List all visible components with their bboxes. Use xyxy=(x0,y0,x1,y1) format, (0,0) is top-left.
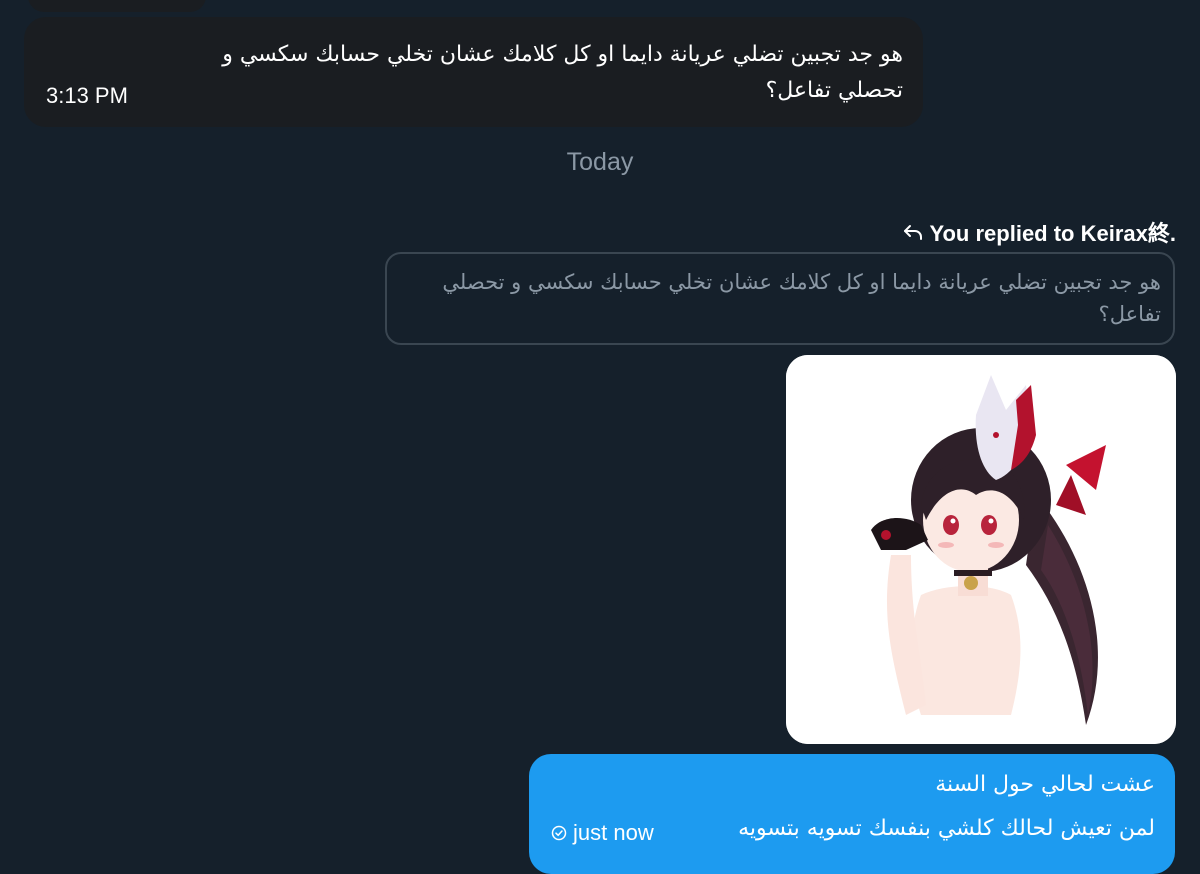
image-attachment[interactable] xyxy=(786,355,1176,744)
outgoing-message-bubble[interactable]: عشت لحالي حول السنة لمن تعيش لحالك كلشي … xyxy=(529,754,1175,874)
reply-context-text: You replied to Keirax終. xyxy=(929,221,1176,246)
reply-arrow-icon xyxy=(904,225,923,240)
incoming-message-time: 3:13 PM xyxy=(46,83,128,108)
reply-context-label: You replied to Keirax終. xyxy=(903,216,1176,248)
outgoing-message-line-1: عشت لحالي حول السنة xyxy=(935,772,1155,797)
quoted-message-text: هو جد تجبين تضلي عريانة دايما او كل كلام… xyxy=(442,270,1161,326)
previous-message-bubble-edge xyxy=(28,0,206,12)
date-separator: Today xyxy=(566,148,634,176)
anime-illustration-image xyxy=(786,355,1176,744)
quoted-message[interactable]: هو جد تجبين تضلي عريانة دايما او كل كلام… xyxy=(385,252,1175,345)
incoming-message-bubble[interactable]: هو جد تجبين تضلي عريانة دايما او كل كلام… xyxy=(24,17,923,127)
sent-check-icon xyxy=(551,825,567,841)
incoming-message-text: هو جد تجبين تضلي عريانة دايما او كل كلام… xyxy=(222,42,903,103)
message-status-text: just now xyxy=(573,820,654,845)
message-status: just now xyxy=(551,820,654,846)
outgoing-message-line-2: لمن تعيش لحالك كلشي بنفسك تسويه بتسويه xyxy=(738,816,1155,841)
